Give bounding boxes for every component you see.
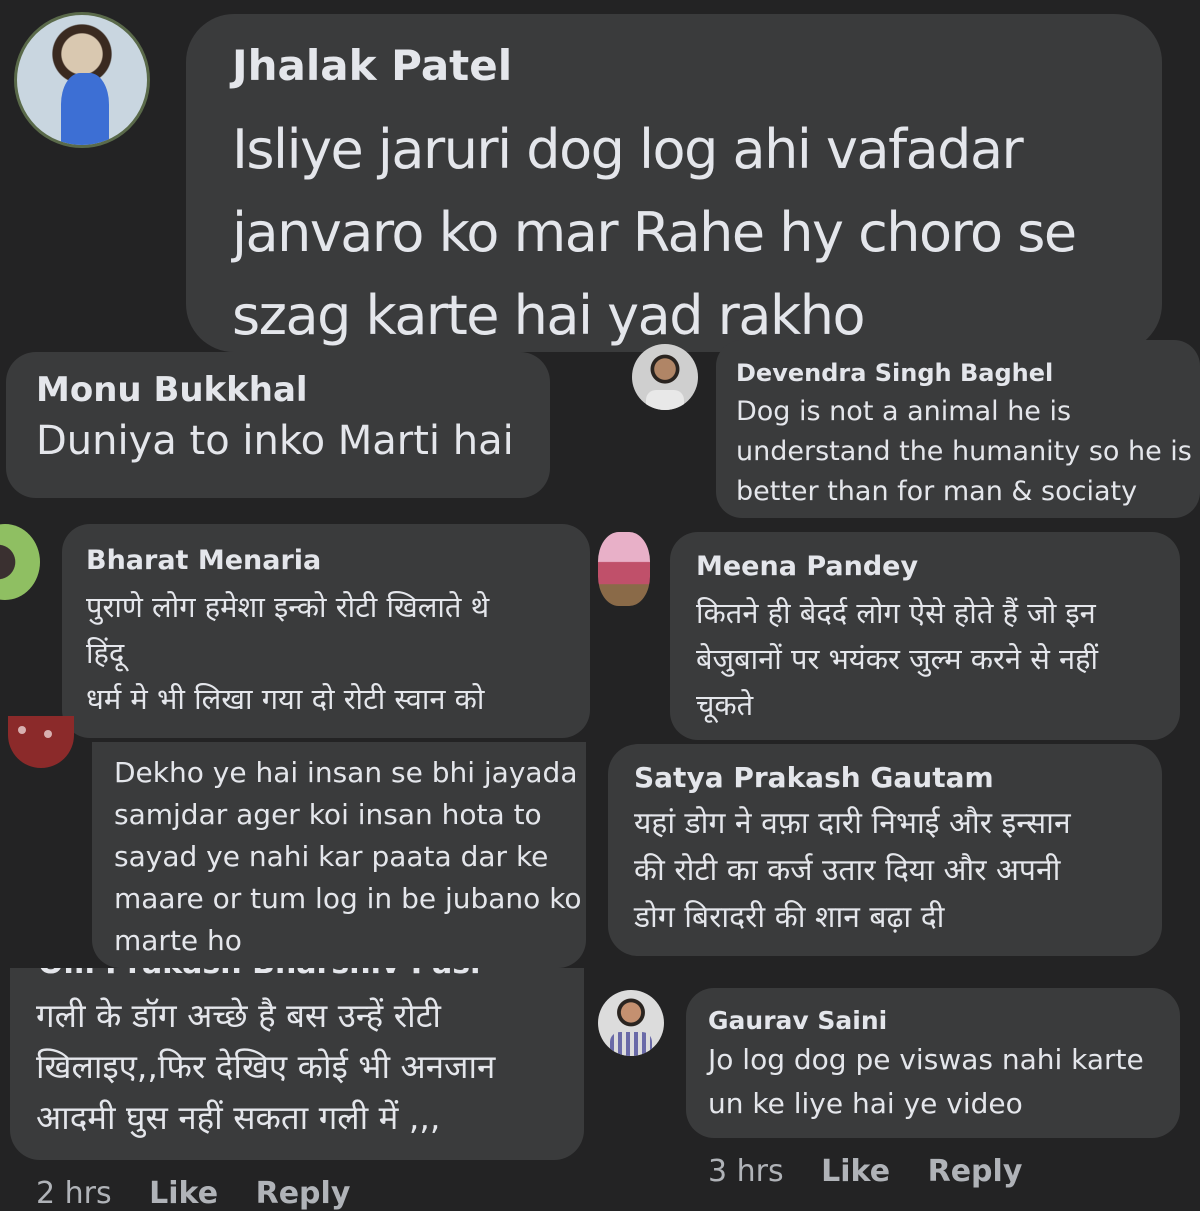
commenter-name[interactable]: Gaurav Saini <box>708 1006 1180 1036</box>
commenter-name[interactable]: Devendra Singh Baghel <box>736 358 1200 388</box>
comment-bubble-meena-pandey: Meena Pandey कितने ही बेदर्द लोग ऐसे होत… <box>670 532 1180 740</box>
commenter-name[interactable]: Jhalak Patel <box>232 44 1162 88</box>
avatar-unknown[interactable] <box>8 716 74 768</box>
avatar-gaurav-saini[interactable] <box>598 990 664 1056</box>
reply-button[interactable]: Reply <box>928 1154 1023 1189</box>
comment-bubble-bharat-menaria: Bharat Menaria पुराणे लोग हमेशा इन्को रो… <box>62 524 590 738</box>
avatar-jhalak-patel[interactable] <box>14 12 150 148</box>
commenter-name[interactable]: Meena Pandey <box>696 550 1180 584</box>
timestamp: 2 hrs <box>36 1176 112 1211</box>
comment-bubble-unnamed: Dekho ye hai insan se bhi jayada samjdar… <box>92 742 586 968</box>
comment-bubble-gaurav-saini: Gaurav Saini Jo log dog pe viswas nahi k… <box>686 988 1180 1138</box>
avatar-bharat-menaria[interactable] <box>0 524 40 600</box>
comment-text: पुराणे लोग हमेशा इन्को रोटी खिलाते थे हि… <box>86 590 490 716</box>
comment-text: Duniya to inko Marti hai <box>36 418 514 464</box>
timestamp: 3 hrs <box>708 1154 784 1189</box>
comment-text: Jo log dog pe viswas nahi karte un ke li… <box>708 1043 1144 1120</box>
avatar-devendra-singh-baghel[interactable] <box>632 344 698 410</box>
like-button[interactable]: Like <box>821 1154 890 1189</box>
reply-button[interactable]: Reply <box>256 1176 351 1211</box>
comment-text: कितने ही बेदर्द लोग ऐसे होते हैं जो इन ब… <box>696 596 1099 722</box>
comment-bubble-satya-prakash-gautam: Satya Prakash Gautam यहां डोग ने वफ़ा दा… <box>608 744 1162 956</box>
commenter-name[interactable]: Bharat Menaria <box>86 544 590 578</box>
comment-text: Isliye jaruri dog log ahi vafadar janvar… <box>232 118 1077 347</box>
comment-bubble-monu-bukkhal: Monu Bukkhal Duniya to inko Marti hai <box>6 352 550 498</box>
comment-meta-right: 3 hrs Like Reply <box>708 1154 1050 1189</box>
comment-text: Dog is not a animal he is understand the… <box>736 396 1192 507</box>
commenter-name[interactable]: Satya Prakash Gautam <box>634 760 1162 796</box>
like-button[interactable]: Like <box>149 1176 218 1211</box>
comment-bubble-devendra-singh-baghel: Devendra Singh Baghel Dog is not a anima… <box>716 340 1200 518</box>
comment-bubble-om-prakash-bharshiv-pasi: Om Prakash Bharshiv Pasi गली के डॉग अच्छ… <box>10 968 584 1160</box>
commenter-name[interactable]: Om Prakash Bharshiv Pasi <box>38 968 480 982</box>
comment-text: यहां डोग ने वफ़ा दारी निभाई और इन्सान की… <box>634 806 1071 935</box>
comment-text: गली के डॉग अच्छे है बस उन्हें रोटी खिलाइ… <box>36 996 496 1137</box>
comment-meta-left: 2 hrs Like Reply <box>36 1176 378 1211</box>
comment-bubble-jhalak-patel: Jhalak Patel Isliye jaruri dog log ahi v… <box>186 14 1162 352</box>
comment-text: Dekho ye hai insan se bhi jayada samjdar… <box>114 756 582 957</box>
avatar-meena-pandey[interactable] <box>598 532 650 606</box>
commenter-name[interactable]: Monu Bukkhal <box>36 370 550 410</box>
